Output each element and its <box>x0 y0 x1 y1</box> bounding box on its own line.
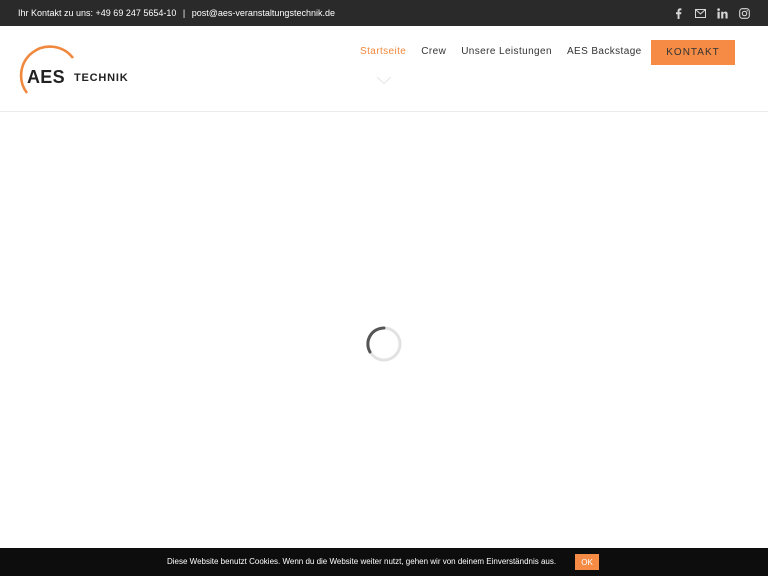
facebook-icon[interactable] <box>673 8 684 19</box>
contact-separator: | <box>182 8 186 18</box>
contact-email-link[interactable]: post@aes-veranstaltungstechnik.de <box>192 8 335 18</box>
logo-brand: AES <box>27 67 65 87</box>
nav-item-unsere-leistungen[interactable]: Unsere Leistungen <box>461 46 552 57</box>
social-links <box>673 8 750 19</box>
top-bar: Ihr Kontakt zu uns: +49 69 247 5654-10 |… <box>0 0 768 26</box>
instagram-icon[interactable] <box>739 8 750 19</box>
main-navigation: Startseite Crew Unsere Leistungen AES Ba… <box>360 46 642 57</box>
linkedin-icon[interactable] <box>717 8 728 19</box>
mail-icon[interactable] <box>695 8 706 19</box>
loading-spinner-icon <box>366 326 402 362</box>
contact-phone: Ihr Kontakt zu uns: +49 69 247 5654-10 <box>18 8 177 18</box>
cookie-notice-bar: Diese Website benutzt Cookies. Wenn du d… <box>0 548 768 576</box>
aes-technik-logo[interactable]: AES TECHNIK <box>16 44 128 96</box>
active-indicator-chevron-icon <box>376 76 392 85</box>
cookie-ok-button[interactable]: OK <box>575 554 599 570</box>
cookie-message: Diese Website benutzt Cookies. Wenn du d… <box>167 557 557 566</box>
kontakt-button[interactable]: KONTAKT <box>651 40 735 65</box>
nav-item-aes-backstage[interactable]: AES Backstage <box>567 46 642 57</box>
nav-item-crew[interactable]: Crew <box>421 46 446 57</box>
site-header: AES TECHNIK Startseite Crew Unsere Leist… <box>0 26 768 112</box>
logo-tagline: TECHNIK <box>74 72 129 84</box>
contact-info: Ihr Kontakt zu uns: +49 69 247 5654-10 |… <box>18 8 335 18</box>
nav-item-startseite[interactable]: Startseite <box>360 46 406 57</box>
